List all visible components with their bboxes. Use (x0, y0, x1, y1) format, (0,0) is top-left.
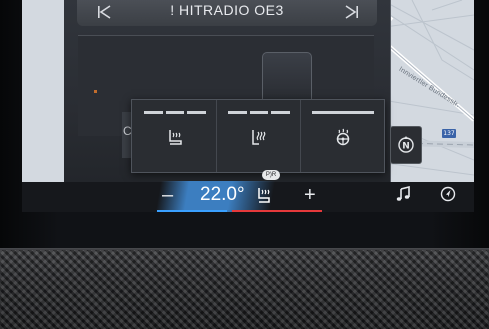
infotainment-display: Innviertler Bundesstr. 137 ! HITRADIO OE… (22, 0, 474, 212)
heat-level-indicator (144, 111, 207, 115)
music-note-icon[interactable] (395, 186, 411, 202)
next-track-icon[interactable] (343, 4, 361, 20)
backrest-heating-button[interactable] (216, 100, 301, 172)
temperature-scale-warm (232, 210, 322, 212)
seat-comfort-popup (131, 99, 385, 173)
north-up-compass-icon: N (398, 136, 414, 153)
heat-level-indicator (312, 111, 374, 115)
heat-level-indicator (228, 111, 291, 115)
temperature-scale-cool (157, 210, 227, 212)
media-now-playing-bar[interactable]: ! HITRADIO OE3 (77, 0, 377, 26)
status-dot (94, 90, 97, 93)
route-badge: 137 (442, 129, 456, 138)
steering-wheel-heat-icon (336, 128, 350, 146)
temp-decrease-button[interactable]: – (162, 184, 173, 206)
compass-label: N (402, 142, 410, 152)
seat-heat-icon (169, 130, 182, 145)
temp-increase-button[interactable]: + (304, 184, 316, 206)
parking-camera-badge[interactable]: P)R (262, 170, 280, 180)
map-orientation-button[interactable]: N (390, 126, 422, 164)
temperature-value[interactable]: 22.0° (200, 184, 245, 206)
steering-wheel-heating-button[interactable] (300, 100, 384, 172)
carbon-fiber-trim (0, 250, 489, 329)
seat-heating-button[interactable] (132, 100, 217, 172)
seat-heat-icon[interactable] (254, 186, 274, 204)
radio-station-title: ! HITRADIO OE3 (170, 2, 284, 18)
backrest-heat-icon (252, 130, 266, 145)
navigation-icon[interactable] (440, 186, 456, 202)
